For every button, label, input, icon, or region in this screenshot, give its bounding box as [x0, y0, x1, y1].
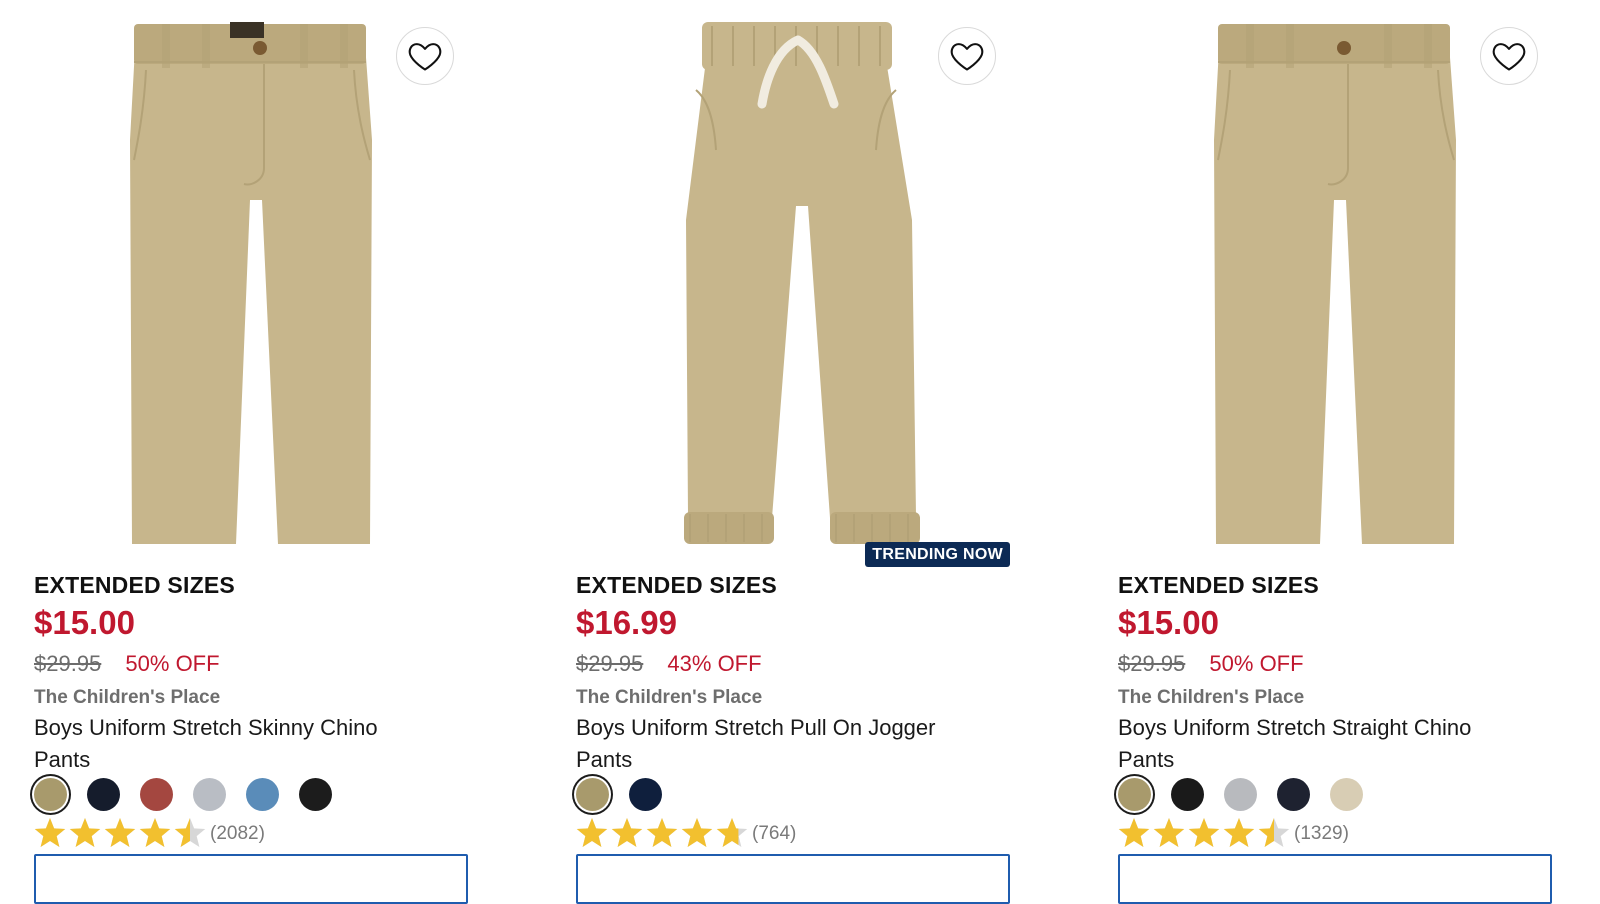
- star-fill: [1188, 818, 1220, 847]
- sale-price: $15.00: [1118, 604, 1219, 641]
- price-comparison: $29.95 50% OFF: [1118, 651, 1304, 677]
- wishlist-button[interactable]: [396, 27, 454, 85]
- price-comparison: $29.95 50% OFF: [34, 651, 220, 677]
- extended-sizes-label: EXTENDED SIZES: [34, 572, 235, 598]
- color-swatch[interactable]: [1330, 778, 1363, 811]
- star-fill: [34, 818, 66, 847]
- discount-label: 43% OFF: [667, 651, 762, 676]
- color-swatches: [34, 778, 332, 811]
- star-rating: [34, 818, 206, 850]
- color-swatches: [576, 778, 662, 811]
- color-swatch[interactable]: [1224, 778, 1257, 811]
- star-fill: [1223, 818, 1255, 847]
- price-comparison: $29.95 43% OFF: [576, 651, 762, 677]
- add-to-bag-button[interactable]: [576, 854, 1010, 904]
- color-swatch[interactable]: [193, 778, 226, 811]
- extended-sizes-label: EXTENDED SIZES: [576, 572, 777, 598]
- trending-badge: TRENDING NOW: [865, 542, 1010, 567]
- product-image-wrapper[interactable]: TRENDING NOW: [576, 0, 1010, 568]
- product-image-wrapper[interactable]: [34, 0, 468, 568]
- star-fill: [104, 818, 136, 847]
- star-fill: [1153, 818, 1185, 847]
- star-fill: [681, 818, 713, 847]
- star-fill: [646, 818, 678, 847]
- color-swatch[interactable]: [1171, 778, 1204, 811]
- discount-label: 50% OFF: [125, 651, 220, 676]
- brand-name: The Children's Place: [34, 687, 221, 708]
- color-swatch[interactable]: [34, 778, 67, 811]
- product-image[interactable]: [34, 0, 468, 568]
- wishlist-button[interactable]: [1480, 27, 1538, 85]
- color-swatch[interactable]: [299, 778, 332, 811]
- review-count: (1329): [1294, 823, 1349, 844]
- color-swatch[interactable]: [87, 778, 120, 811]
- brand-name: The Children's Place: [576, 687, 763, 708]
- stars-svg: [576, 818, 748, 847]
- product-image[interactable]: [1118, 0, 1552, 568]
- sale-price: $16.99: [576, 604, 677, 641]
- product-title-link[interactable]: Boys Uniform Stretch Skinny Chino Pants: [34, 712, 434, 776]
- brand-name: The Children's Place: [1118, 687, 1305, 708]
- product-image-wrapper[interactable]: [1118, 0, 1552, 568]
- review-count: (764): [752, 823, 797, 844]
- product-image[interactable]: [576, 0, 1010, 568]
- product-grid: EXTENDED SIZES $15.00 $29.95 50% OFF The…: [0, 0, 1600, 904]
- original-price: $29.95: [1118, 651, 1186, 676]
- star-rating: [576, 818, 748, 850]
- color-swatch[interactable]: [1118, 778, 1151, 811]
- star-fill: [1118, 818, 1150, 847]
- star-rating: [1118, 818, 1290, 850]
- color-swatch[interactable]: [246, 778, 279, 811]
- star-fill: [139, 818, 171, 847]
- add-to-bag-button[interactable]: [1118, 854, 1552, 904]
- original-price: $29.95: [34, 651, 102, 676]
- product-title-link[interactable]: Boys Uniform Stretch Straight Chino Pant…: [1118, 712, 1518, 776]
- rating-summary[interactable]: (764): [576, 818, 796, 850]
- product-card[interactable]: EXTENDED SIZES $15.00 $29.95 50% OFF The…: [1118, 0, 1552, 904]
- heart-outline-icon: [950, 43, 984, 71]
- heart-outline-icon: [1492, 43, 1526, 71]
- original-price: $29.95: [576, 651, 644, 676]
- discount-label: 50% OFF: [1209, 651, 1304, 676]
- star-fill: [611, 818, 643, 847]
- star-fill: [69, 818, 101, 847]
- rating-summary[interactable]: (2082): [34, 818, 265, 850]
- rating-summary[interactable]: (1329): [1118, 818, 1349, 850]
- color-swatch[interactable]: [1277, 778, 1310, 811]
- heart-outline-icon: [408, 43, 442, 71]
- stars-svg: [34, 818, 206, 847]
- product-card[interactable]: EXTENDED SIZES $15.00 $29.95 50% OFF The…: [34, 0, 468, 904]
- wishlist-button[interactable]: [938, 27, 996, 85]
- add-to-bag-button[interactable]: [34, 854, 468, 904]
- product-title-link[interactable]: Boys Uniform Stretch Pull On Jogger Pant…: [576, 712, 976, 776]
- color-swatch[interactable]: [629, 778, 662, 811]
- color-swatch[interactable]: [576, 778, 609, 811]
- extended-sizes-label: EXTENDED SIZES: [1118, 572, 1319, 598]
- review-count: (2082): [210, 823, 265, 844]
- color-swatch[interactable]: [140, 778, 173, 811]
- color-swatches: [1118, 778, 1363, 811]
- star-fill: [576, 818, 608, 847]
- stars-svg: [1118, 818, 1290, 847]
- product-card[interactable]: TRENDING NOW EXTENDED SIZES $16.99 $29.9…: [576, 0, 1010, 904]
- sale-price: $15.00: [34, 604, 135, 641]
